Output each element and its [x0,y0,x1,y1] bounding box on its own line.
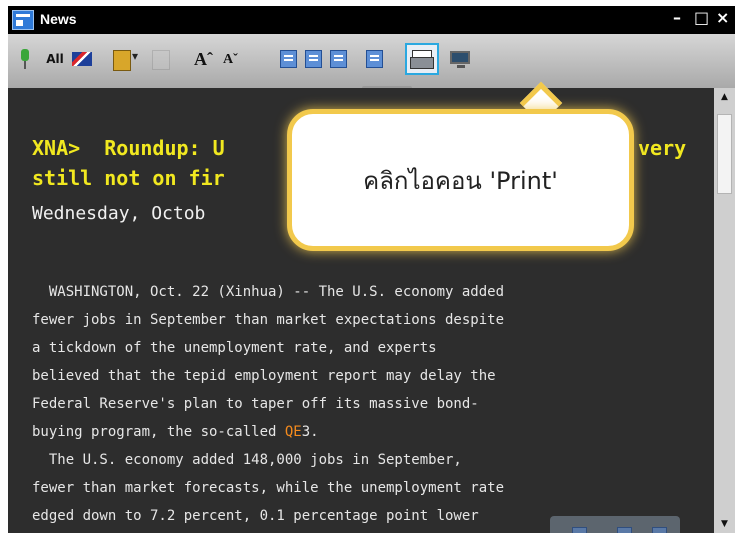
article-body: WASHINGTON, Oct. 22 (Xinhua) -- The U.S.… [32,278,712,530]
pin-icon[interactable] [16,47,34,71]
monitor-icon[interactable] [448,47,474,71]
body-line: believed that the tepid employment repor… [32,368,496,384]
body-line: WASHINGTON, Oct. 22 (Xinhua) -- The U.S.… [32,284,505,300]
fit-page-icon[interactable] [278,47,300,71]
vertical-scrollbar[interactable]: ▲ ▼ [714,88,735,533]
scroll-thumb[interactable] [717,114,732,194]
close-button[interactable]: × [716,8,729,27]
body-line: Federal Reserve's plan to taper off its … [32,396,479,412]
fit-page-icon[interactable] [570,526,590,533]
instruction-callout: คลิกไอคอน 'Print' [287,109,634,251]
window-app-icon [12,10,34,30]
title-bar[interactable]: News – □ × [8,6,735,34]
body-line: a tickdown of the unemployment rate, and… [32,340,437,356]
next-story-icon[interactable] [328,47,350,71]
body-line: fewer than market forecasts, while the u… [32,480,505,496]
headline-line-2: still not on fir [32,166,225,190]
headline-line-1: XNA> Roundup: U [32,136,225,160]
decrease-font-button[interactable]: Aˇ [223,47,245,71]
print-button[interactable] [405,43,439,75]
maximize-button[interactable]: □ [694,8,709,27]
qe-link[interactable]: QE [285,424,302,440]
book-dropdown-icon[interactable] [110,47,142,71]
body-line: buying program, the so-called [32,424,285,440]
next-story-icon[interactable] [650,526,670,533]
toolbar: All Aˆ Aˇ [8,34,735,88]
window-title: News [40,11,77,27]
callout-text: คลิกไอคอน 'Print' [363,166,558,195]
previous-story-icon[interactable] [303,47,325,71]
document-icon [148,47,176,71]
previous-story-icon[interactable] [615,526,635,533]
headline-line-1-tail: very [638,136,687,160]
body-line: The U.S. economy added 148,000 jobs in S… [32,452,462,468]
minimize-button[interactable]: – [673,8,681,27]
body-line: fewer jobs in September than market expe… [32,312,505,328]
scroll-up-icon[interactable]: ▲ [714,88,735,106]
flag-icon[interactable] [70,47,94,71]
copy-icon[interactable] [364,47,386,71]
all-button[interactable]: All [42,47,68,71]
floating-toolbar [550,516,680,533]
article-date: Wednesday, Octob [32,203,206,224]
scroll-down-icon[interactable]: ▼ [714,515,735,533]
qe-suffix: 3. [301,424,319,440]
increase-font-button[interactable]: Aˆ [194,47,216,71]
news-window: News – □ × All Aˆ Aˇ XNA> Roundup: U very… [8,6,735,533]
body-line: edged down to 7.2 percent, 0.1 percentag… [32,508,479,524]
